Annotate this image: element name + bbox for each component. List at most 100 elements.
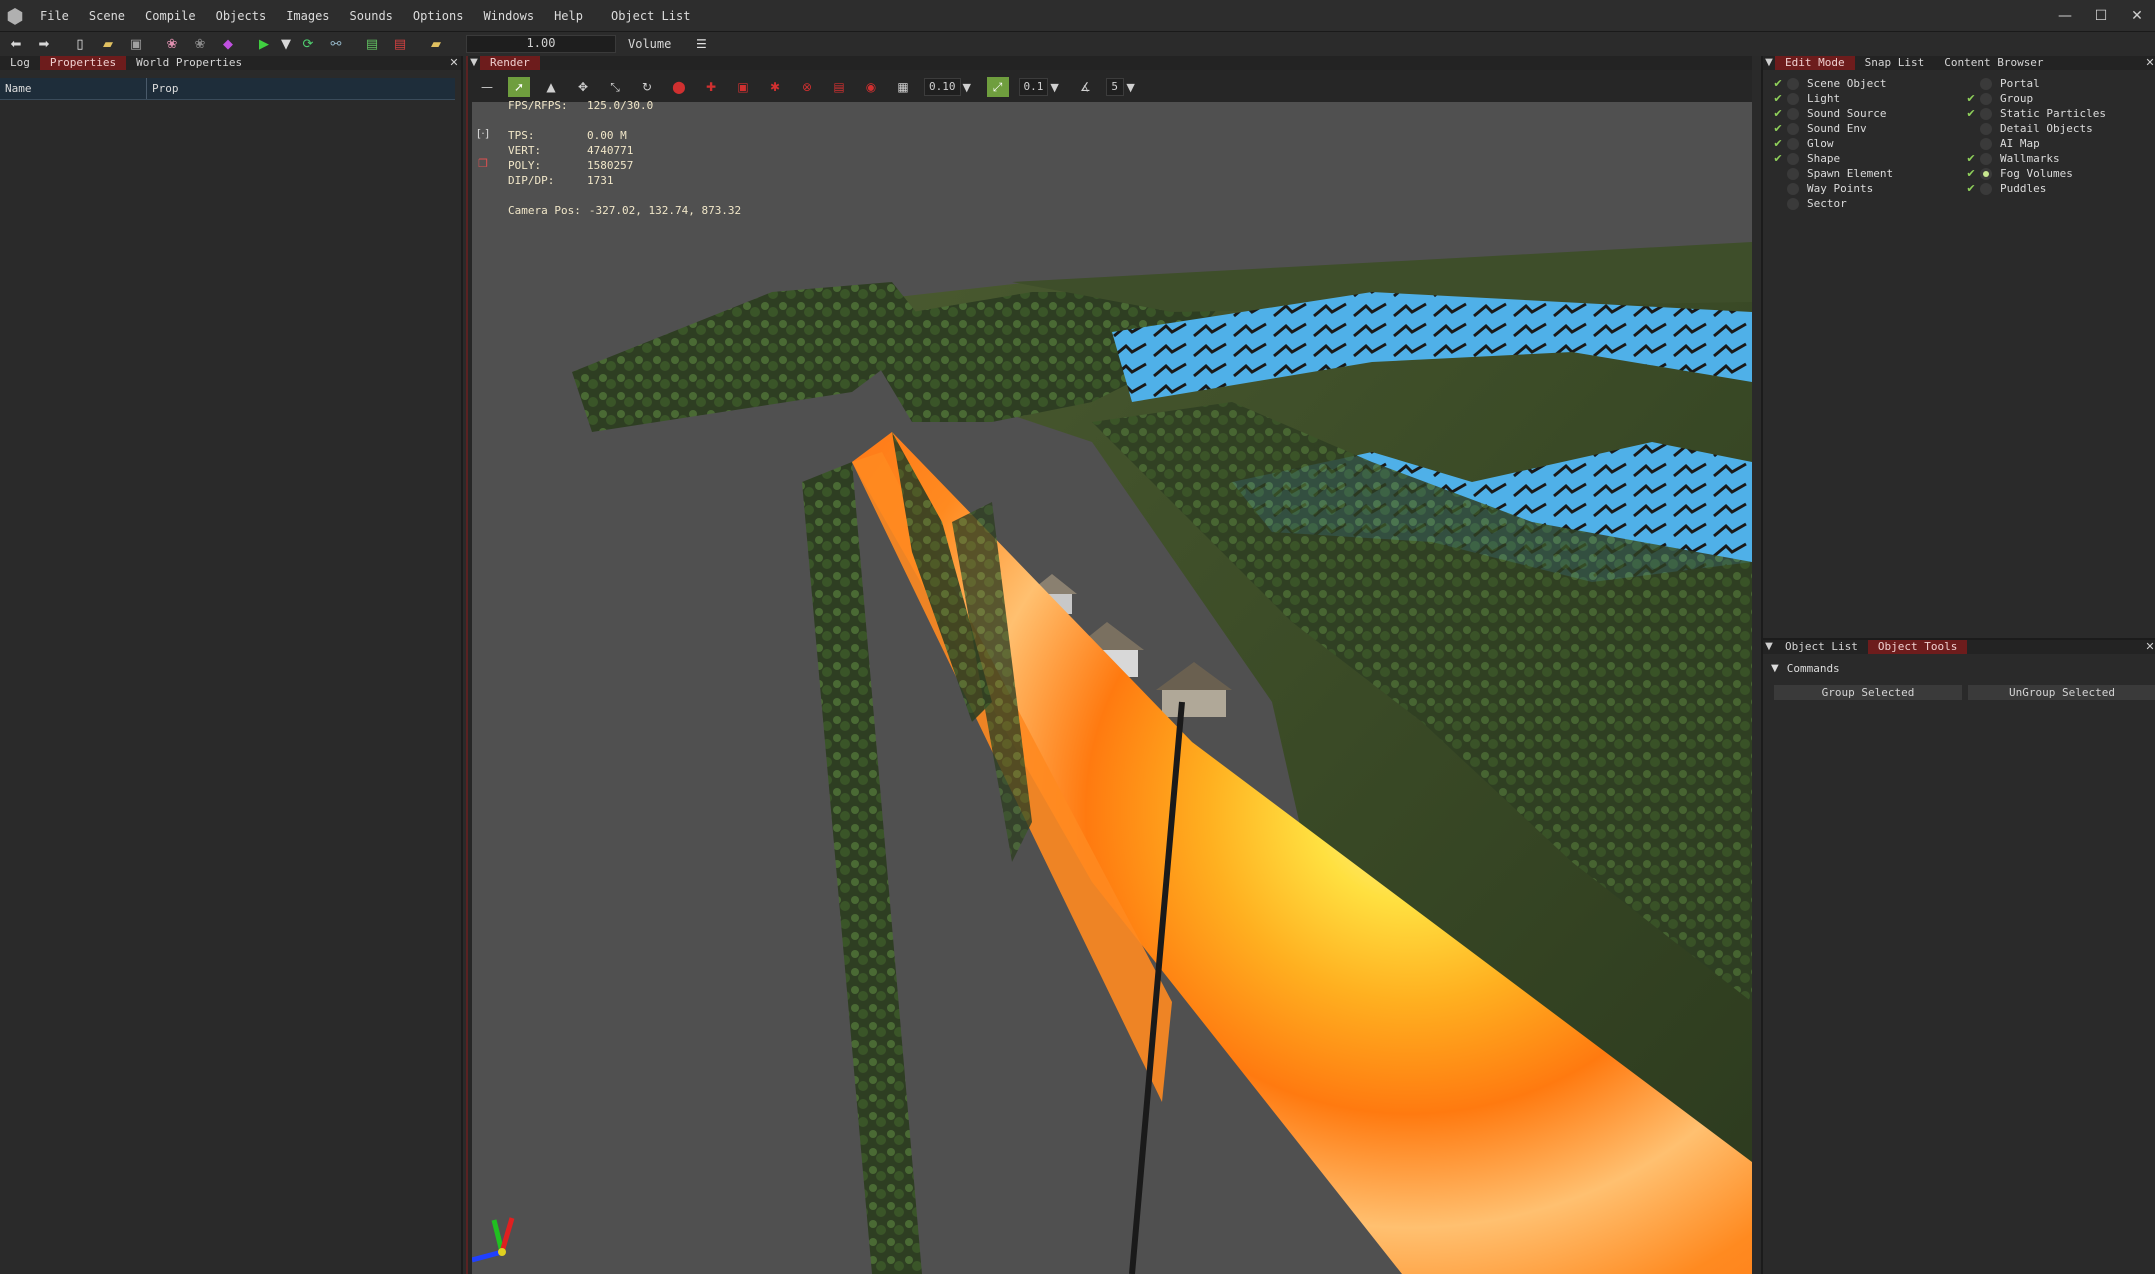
- radio-dot-icon[interactable]: [1787, 137, 1799, 150]
- scale-icon[interactable]: ⤡: [604, 77, 626, 97]
- commands-section[interactable]: ▼ Commands: [1771, 662, 1840, 675]
- speed-field[interactable]: 1.00: [466, 35, 616, 53]
- brain-icon[interactable]: ❀: [160, 33, 184, 55]
- link-icon[interactable]: ⚯: [324, 33, 348, 55]
- angle-icon[interactable]: ∡: [1074, 77, 1096, 97]
- radio-dot-icon[interactable]: [1787, 197, 1799, 210]
- tab-content-browser[interactable]: Content Browser: [1934, 56, 2053, 70]
- flag-row[interactable]: ✔ Static Particles: [1964, 106, 2155, 121]
- radio-dot-icon[interactable]: [1787, 152, 1799, 165]
- checkmark-icon[interactable]: ✔: [1964, 107, 1978, 120]
- save-icon[interactable]: ▣: [124, 33, 148, 55]
- new-file-icon[interactable]: ▯: [68, 33, 92, 55]
- checkbox-empty-icon[interactable]: [1964, 78, 1978, 90]
- radio-dot-icon[interactable]: [1787, 92, 1799, 105]
- radio-dot-icon[interactable]: [1787, 107, 1799, 120]
- flag-row[interactable]: ✔ Wallmarks: [1964, 151, 2155, 166]
- flag-row[interactable]: ✔ Fog Volumes: [1964, 166, 2155, 181]
- tab-render[interactable]: Render: [480, 56, 540, 70]
- undo-icon[interactable]: ⬅: [4, 33, 28, 55]
- radio-dot-icon[interactable]: [1787, 122, 1799, 135]
- tab-object-list[interactable]: Object List: [1775, 640, 1868, 654]
- menu-options[interactable]: Options: [403, 0, 474, 32]
- refresh-icon[interactable]: ⟳: [296, 33, 320, 55]
- flag-row[interactable]: ✔ Glow: [1771, 136, 1964, 151]
- checkmark-icon[interactable]: ✔: [1964, 182, 1978, 195]
- flag-row[interactable]: ✔ Sound Env: [1771, 121, 1964, 136]
- tab-object-tools[interactable]: Object Tools: [1867, 640, 1968, 654]
- frame-icon[interactable]: [·]: [472, 122, 494, 144]
- menu-help[interactable]: Help: [544, 0, 593, 32]
- tab-snap-list[interactable]: Snap List: [1855, 56, 1935, 70]
- checkmark-icon[interactable]: ✔: [1771, 107, 1785, 120]
- close-button[interactable]: ✕: [2119, 0, 2155, 32]
- snap-normal-icon[interactable]: ⊗: [796, 77, 818, 97]
- angle-step-dropdown-icon[interactable]: ▼: [1126, 81, 1138, 94]
- flag-row[interactable]: Portal: [1964, 76, 2155, 91]
- radio-dot-icon[interactable]: [1980, 182, 1992, 195]
- snap-camera-icon[interactable]: ◉: [860, 77, 882, 97]
- radio-dot-icon[interactable]: [1980, 137, 1992, 150]
- snap-grid-icon[interactable]: ▣: [732, 77, 754, 97]
- tab-edit-mode[interactable]: Edit Mode: [1775, 56, 1855, 70]
- menu-sounds[interactable]: Sounds: [340, 0, 403, 32]
- menu-windows[interactable]: Windows: [473, 0, 544, 32]
- flag-row[interactable]: ✔ Puddles: [1964, 181, 2155, 196]
- close-icon[interactable]: ✕: [447, 56, 461, 70]
- radio-dot-icon[interactable]: [1980, 107, 1992, 120]
- scene-viewport[interactable]: [472, 102, 1752, 1274]
- column-name[interactable]: Name: [0, 78, 147, 99]
- radio-dot-icon[interactable]: [1787, 182, 1799, 195]
- radio-dot-icon[interactable]: [1787, 77, 1799, 90]
- rotate-icon[interactable]: ↻: [636, 77, 658, 97]
- collapse-arrow-icon[interactable]: ▼: [1763, 640, 1775, 654]
- menu-compile[interactable]: Compile: [135, 0, 206, 32]
- open-folder-icon[interactable]: ▰: [96, 33, 120, 55]
- snap-vertex-icon[interactable]: ✱: [764, 77, 786, 97]
- group-selected-button[interactable]: Group Selected: [1773, 684, 1963, 701]
- menu-objects[interactable]: Objects: [206, 0, 277, 32]
- grid-icon[interactable]: ▦: [892, 77, 914, 97]
- maximize-button[interactable]: ☐: [2083, 0, 2119, 32]
- select-arrow-icon[interactable]: ➚: [508, 77, 530, 97]
- checkmark-icon[interactable]: ✔: [1771, 152, 1785, 165]
- close-icon[interactable]: ✕: [2143, 640, 2155, 654]
- import-icon[interactable]: ▤: [360, 33, 384, 55]
- angle-step-field[interactable]: 5: [1106, 78, 1125, 96]
- sliders-icon[interactable]: ☰: [691, 37, 711, 51]
- collapse-arrow-icon[interactable]: ▼: [1763, 56, 1775, 70]
- build-icon[interactable]: ◆: [216, 33, 240, 55]
- menu-object-list[interactable]: Object List: [601, 0, 700, 32]
- column-prop[interactable]: Prop: [147, 78, 179, 99]
- grid-step-dropdown-icon[interactable]: ▼: [963, 81, 975, 94]
- flag-row[interactable]: ✔ Group: [1964, 91, 2155, 106]
- folder-icon[interactable]: ▰: [424, 33, 448, 55]
- play-dropdown-icon[interactable]: ▼: [280, 33, 292, 55]
- checkmark-icon[interactable]: ✔: [1964, 167, 1978, 180]
- radio-dot-icon[interactable]: [1980, 92, 1992, 105]
- tab-log[interactable]: Log: [0, 56, 40, 70]
- flag-row[interactable]: Sector: [1771, 196, 1964, 211]
- tab-world-properties[interactable]: World Properties: [126, 56, 252, 70]
- minus-icon[interactable]: —: [476, 77, 498, 97]
- minimize-button[interactable]: —: [2047, 0, 2083, 32]
- flag-row[interactable]: Detail Objects: [1964, 121, 2155, 136]
- radio-dot-icon[interactable]: [1980, 77, 1992, 90]
- collapse-arrow-icon[interactable]: ▼: [468, 56, 480, 70]
- radio-dot-icon[interactable]: [1980, 167, 1992, 180]
- redo-icon[interactable]: ➡: [32, 33, 56, 55]
- checkmark-icon[interactable]: ✔: [1964, 152, 1978, 165]
- flag-row[interactable]: ✔ Light: [1771, 91, 1964, 106]
- snap-point-icon[interactable]: ✚: [700, 77, 722, 97]
- flag-row[interactable]: Spawn Element: [1771, 166, 1964, 181]
- checkmark-icon[interactable]: ✔: [1771, 137, 1785, 150]
- snap-step-dropdown-icon[interactable]: ▼: [1050, 81, 1062, 94]
- snap-step-field[interactable]: 0.1: [1018, 78, 1049, 96]
- checkbox-empty-icon[interactable]: [1771, 198, 1785, 210]
- checkmark-icon[interactable]: ✔: [1771, 92, 1785, 105]
- checkmark-icon[interactable]: ✔: [1771, 77, 1785, 90]
- brain-gray-icon[interactable]: ❀: [188, 33, 212, 55]
- move-icon[interactable]: ✥: [572, 77, 594, 97]
- checkmark-icon[interactable]: ✔: [1771, 122, 1785, 135]
- flag-row[interactable]: ✔ Sound Source: [1771, 106, 1964, 121]
